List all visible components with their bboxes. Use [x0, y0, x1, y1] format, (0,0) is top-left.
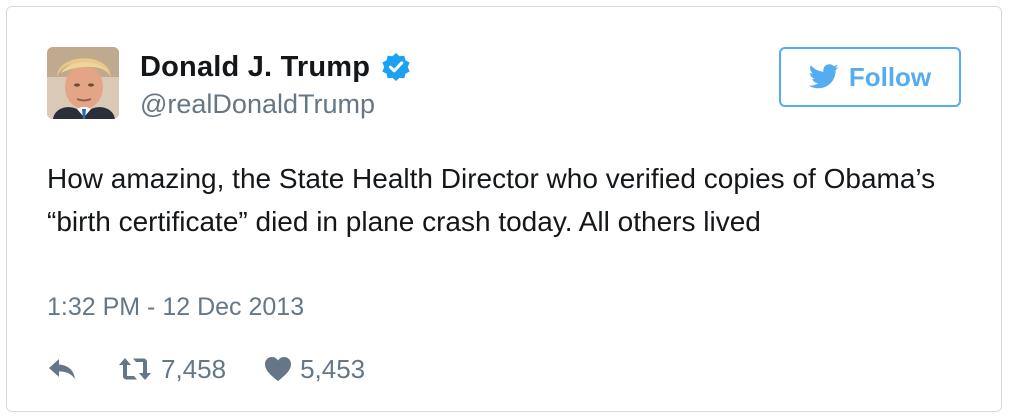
- retweet-icon[interactable]: [117, 356, 153, 382]
- follow-button-label: Follow: [848, 61, 932, 92]
- display-name[interactable]: Donald J. Trump: [140, 51, 370, 84]
- user-handle[interactable]: @realDonaldTrump: [140, 89, 411, 120]
- verified-badge-icon: [381, 52, 411, 82]
- tweet-timestamp[interactable]: 1:32 PM - 12 Dec 2013: [47, 293, 304, 322]
- heart-icon[interactable]: [264, 356, 292, 382]
- reply-icon[interactable]: [47, 356, 77, 382]
- author-info: Donald J. Trump @realDonaldTrump: [140, 49, 411, 120]
- avatar-image: [47, 47, 119, 119]
- like-action[interactable]: 5,453: [264, 354, 365, 385]
- tweet-actions: 7,458 5,453: [47, 351, 365, 387]
- like-count: 5,453: [300, 353, 366, 384]
- retweet-action[interactable]: 7,458: [117, 354, 226, 385]
- name-row: Donald J. Trump: [140, 49, 411, 85]
- reply-action[interactable]: [47, 356, 77, 382]
- tweet-text: How amazing, the State Health Director w…: [47, 163, 936, 237]
- avatar[interactable]: [47, 47, 119, 119]
- follow-button[interactable]: Follow: [779, 47, 961, 107]
- retweet-count: 7,458: [161, 353, 227, 384]
- twitter-bird-icon: [808, 64, 839, 90]
- tweet-card: Donald J. Trump @realDonaldTrump Follow …: [6, 6, 1002, 412]
